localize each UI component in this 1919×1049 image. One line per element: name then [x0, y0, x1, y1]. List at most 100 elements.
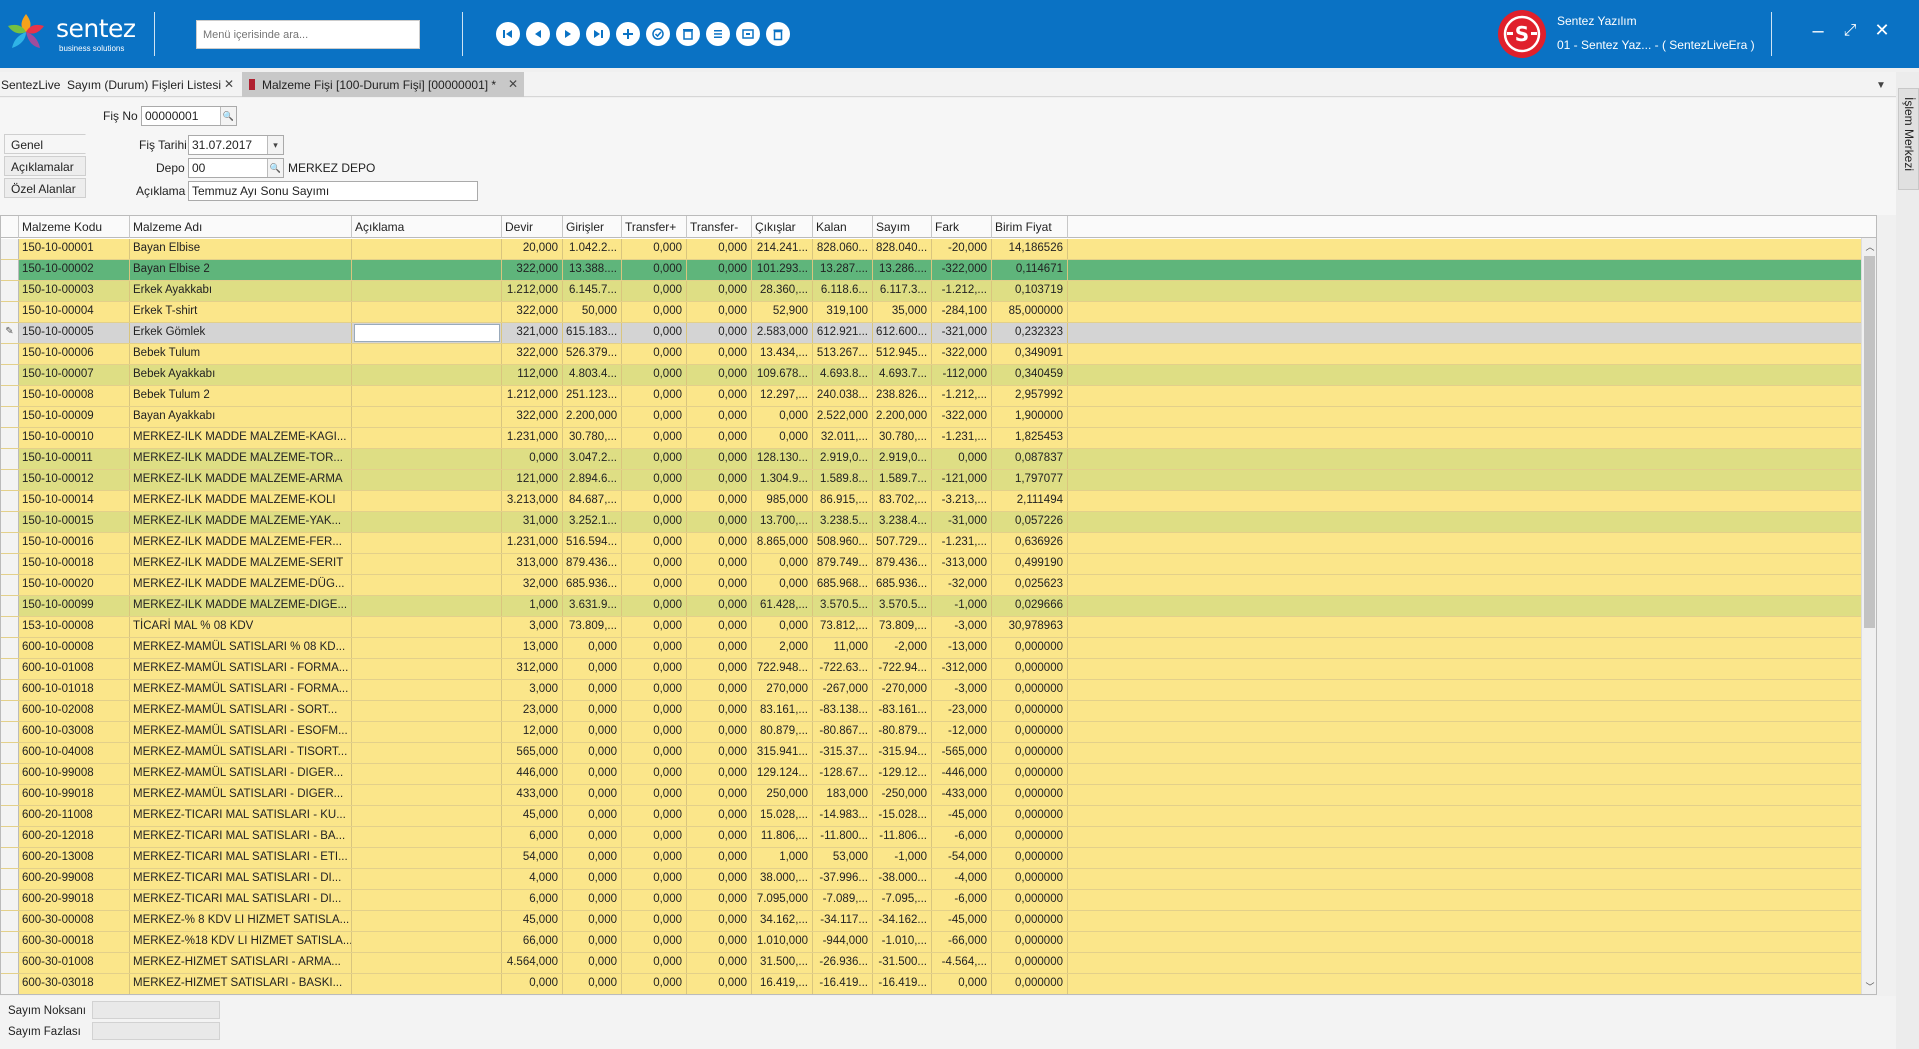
cell-sayim[interactable]: 6.117.3... [873, 281, 932, 301]
cell-aciklama[interactable] [352, 260, 502, 280]
col-girisler[interactable]: Girişler [563, 216, 622, 238]
cell-sayim[interactable]: -7.095,... [873, 890, 932, 910]
cell-girisler[interactable]: 685.936... [563, 575, 622, 595]
cell-sayim[interactable]: -1.010,... [873, 932, 932, 952]
cell-malzeme-adi[interactable]: MERKEZ-ILK MADDE MALZEME-KAGI... [130, 428, 352, 448]
row-indicator[interactable] [1, 302, 19, 322]
cell-kalan[interactable]: 73.812,... [813, 617, 873, 637]
cell-transfer-plus[interactable]: 0,000 [622, 470, 687, 490]
cell-malzeme-kodu[interactable]: 600-20-11008 [19, 806, 130, 826]
cell-cikislar[interactable]: 0,000 [752, 617, 813, 637]
tab-ozel-alanlar[interactable]: Özel Alanlar [4, 178, 86, 198]
cell-aciklama[interactable] [352, 596, 502, 616]
cell-transfer-plus[interactable]: 0,000 [622, 323, 687, 343]
cell-transfer-plus[interactable]: 0,000 [622, 344, 687, 364]
cell-birim-fiyat[interactable]: 0,000000 [992, 932, 1068, 952]
table-row[interactable]: 600-10-02008 MERKEZ-MAMÜL SATISLARI - SOR… [1, 701, 1861, 722]
cell-malzeme-kodu[interactable]: 150-10-00007 [19, 365, 130, 385]
cell-birim-fiyat[interactable]: 0,499190 [992, 554, 1068, 574]
cell-aciklama[interactable] [352, 554, 502, 574]
cell-sayim[interactable]: -1,000 [873, 848, 932, 868]
cell-kalan[interactable]: 6.118.6... [813, 281, 873, 301]
cell-transfer-minus[interactable]: 0,000 [687, 617, 752, 637]
minimize-icon[interactable]: – [1806, 20, 1830, 43]
cell-transfer-minus[interactable]: 0,000 [687, 260, 752, 280]
table-row[interactable]: 150-10-00012 MERKEZ-ILK MADDE MALZEME-ARM… [1, 470, 1861, 491]
cell-malzeme-adi[interactable]: Bayan Ayakkabı [130, 407, 352, 427]
search-icon[interactable]: 🔍 [267, 159, 283, 177]
table-row[interactable]: 600-30-01008 MERKEZ-HIZMET SATISLARI - AR… [1, 953, 1861, 974]
cell-malzeme-kodu[interactable]: 150-10-00010 [19, 428, 130, 448]
cell-malzeme-kodu[interactable]: 600-30-03018 [19, 974, 130, 994]
cell-cikislar[interactable]: 13.700,... [752, 512, 813, 532]
delete-record-icon[interactable] [676, 22, 700, 46]
cell-cikislar[interactable]: 128.130... [752, 449, 813, 469]
cell-kalan[interactable]: -16.419... [813, 974, 873, 994]
row-indicator[interactable] [1, 533, 19, 553]
row-indicator[interactable] [1, 890, 19, 910]
table-row[interactable]: 600-20-12018 MERKEZ-TICARI MAL SATISLARI … [1, 827, 1861, 848]
table-row[interactable]: 600-10-03008 MERKEZ-MAMÜL SATISLARI - ESO… [1, 722, 1861, 743]
cell-fark[interactable]: -1.231,... [932, 533, 992, 553]
cell-girisler[interactable]: 84.687,... [563, 491, 622, 511]
cell-transfer-plus[interactable]: 0,000 [622, 596, 687, 616]
cell-aciklama[interactable] [352, 890, 502, 910]
cell-birim-fiyat[interactable]: 0,087837 [992, 449, 1068, 469]
cell-cikislar[interactable]: 129.124... [752, 764, 813, 784]
cell-girisler[interactable]: 2.894.6... [563, 470, 622, 490]
table-row[interactable]: 150-10-00003 Erkek Ayakkabı 1.212,000 6.145… [1, 281, 1861, 302]
cell-kalan[interactable]: -80.867... [813, 722, 873, 742]
cell-birim-fiyat[interactable]: 0,000000 [992, 785, 1068, 805]
cell-girisler[interactable]: 0,000 [563, 785, 622, 805]
cell-sayim[interactable]: 83.702,... [873, 491, 932, 511]
cell-malzeme-kodu[interactable]: 150-10-00011 [19, 449, 130, 469]
row-indicator[interactable] [1, 638, 19, 658]
cell-malzeme-kodu[interactable]: 600-20-12018 [19, 827, 130, 847]
cell-girisler[interactable]: 30.780,... [563, 428, 622, 448]
cell-aciklama[interactable] [352, 722, 502, 742]
cell-birim-fiyat[interactable]: 30,978963 [992, 617, 1068, 637]
cell-girisler[interactable]: 0,000 [563, 974, 622, 994]
cell-sayim[interactable]: -16.419... [873, 974, 932, 994]
search-icon[interactable]: 🔍 [220, 107, 236, 125]
cell-cikislar[interactable]: 61.428,... [752, 596, 813, 616]
cell-fark[interactable]: -565,000 [932, 743, 992, 763]
row-indicator[interactable] [1, 365, 19, 385]
cell-transfer-plus[interactable]: 0,000 [622, 638, 687, 658]
cell-girisler[interactable]: 3.252.1... [563, 512, 622, 532]
cell-devir[interactable]: 6,000 [502, 827, 563, 847]
cell-girisler[interactable]: 50,000 [563, 302, 622, 322]
cell-malzeme-kodu[interactable]: 150-10-00015 [19, 512, 130, 532]
cell-transfer-minus[interactable]: 0,000 [687, 512, 752, 532]
cell-birim-fiyat[interactable]: 0,000000 [992, 974, 1068, 994]
cell-fark[interactable]: -121,000 [932, 470, 992, 490]
cell-aciklama[interactable] [352, 911, 502, 931]
cell-cikislar[interactable]: 101.293... [752, 260, 813, 280]
cell-malzeme-kodu[interactable]: 600-10-01008 [19, 659, 130, 679]
cell-transfer-minus[interactable]: 0,000 [687, 722, 752, 742]
table-row[interactable]: 150-10-00004 Erkek T-shirt 322,000 50,000 0,… [1, 302, 1861, 323]
cell-girisler[interactable]: 0,000 [563, 953, 622, 973]
cell-girisler[interactable]: 879.436... [563, 554, 622, 574]
cell-cikislar[interactable]: 28.360,... [752, 281, 813, 301]
cell-transfer-plus[interactable]: 0,000 [622, 302, 687, 322]
table-row[interactable]: 600-10-04008 MERKEZ-MAMÜL SATISLARI - TIS… [1, 743, 1861, 764]
cell-devir[interactable]: 312,000 [502, 659, 563, 679]
table-row[interactable]: 150-10-00018 MERKEZ-ILK MADDE MALZEME-SER… [1, 554, 1861, 575]
cell-devir[interactable]: 321,000 [502, 323, 563, 343]
cell-sayim[interactable]: -11.806... [873, 827, 932, 847]
cell-cikislar[interactable]: 34.162,... [752, 911, 813, 931]
cell-devir[interactable]: 23,000 [502, 701, 563, 721]
cell-transfer-plus[interactable]: 0,000 [622, 743, 687, 763]
cell-devir[interactable]: 66,000 [502, 932, 563, 952]
cell-aciklama[interactable] [352, 932, 502, 952]
grid-vertical-scrollbar[interactable]: ︿ ﹀ [1861, 238, 1876, 994]
tab-list-dropdown-icon[interactable]: ▼ [1876, 80, 1888, 91]
table-row[interactable]: 600-10-99018 MERKEZ-MAMÜL SATISLARI - DIG… [1, 785, 1861, 806]
cell-cikislar[interactable]: 2.583,000 [752, 323, 813, 343]
table-row[interactable]: 150-10-00015 MERKEZ-ILK MADDE MALZEME-YAK… [1, 512, 1861, 533]
cell-sayim[interactable]: -250,000 [873, 785, 932, 805]
row-indicator[interactable] [1, 386, 19, 406]
aciklama-input[interactable]: Temmuz Ayı Sonu Sayımı [188, 181, 478, 201]
table-row[interactable]: 153-10-00008 TİCARİ MAL % 08 KDV 3,000 73.8… [1, 617, 1861, 638]
